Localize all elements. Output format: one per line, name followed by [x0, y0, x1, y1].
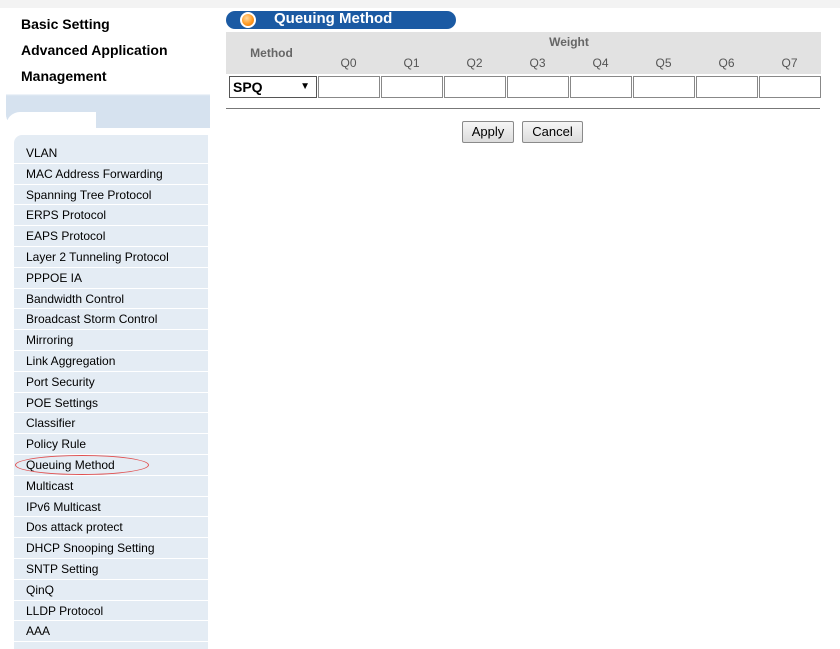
- sub-menu-item-label: Queuing Method: [26, 457, 115, 472]
- sub-menu-item-bandwidth-control[interactable]: Bandwidth Control: [14, 288, 208, 310]
- sub-menu: VLAN MAC Address Forwarding Spanning Tre…: [14, 135, 208, 649]
- sub-menu-item-dos-attack-protect[interactable]: Dos attack protect: [14, 517, 208, 539]
- left-navigation: Basic Setting Advanced Application Manag…: [0, 0, 210, 649]
- sub-menu-item-lldp-protocol[interactable]: LLDP Protocol: [14, 600, 208, 622]
- orange-bullet-icon: [240, 12, 256, 28]
- weight-input-q6[interactable]: [696, 76, 758, 98]
- sub-menu-item-qinq[interactable]: QinQ: [14, 579, 208, 601]
- table-row: SPQ ▼: [226, 74, 821, 100]
- queue-header-q4: Q4: [569, 52, 632, 74]
- page-title: Queuing Method: [274, 10, 393, 27]
- queue-header-q1: Q1: [380, 52, 443, 74]
- weight-input-q2[interactable]: [444, 76, 506, 98]
- queue-header-q2: Q2: [443, 52, 506, 74]
- main-content: Queuing Method Method Weight Q0 Q1 Q2 Q3…: [0, 0, 840, 649]
- method-select[interactable]: SPQ ▼: [229, 76, 317, 98]
- weight-input-q5[interactable]: [633, 76, 695, 98]
- queuing-table: Method Weight Q0 Q1 Q2 Q3 Q4 Q5 Q6 Q7 SP…: [226, 32, 821, 100]
- weight-input-q7[interactable]: [759, 76, 821, 98]
- queue-header-q7: Q7: [758, 52, 821, 74]
- sub-menu-item-erps-protocol[interactable]: ERPS Protocol: [14, 205, 208, 227]
- sub-menu-item-spanning-tree-protocol[interactable]: Spanning Tree Protocol: [14, 184, 208, 206]
- sub-menu-item-aaa[interactable]: AAA: [14, 621, 208, 643]
- sub-menu-item-mac-address-forwarding[interactable]: MAC Address Forwarding: [14, 163, 208, 185]
- weight-input-q1[interactable]: [381, 76, 443, 98]
- sub-menu-item-broadcast-storm-control[interactable]: Broadcast Storm Control: [14, 309, 208, 331]
- apply-button[interactable]: Apply: [462, 121, 514, 143]
- divider: [226, 108, 820, 109]
- chevron-down-icon: ▼: [300, 81, 310, 92]
- sub-menu-item-link-aggregation[interactable]: Link Aggregation: [14, 350, 208, 372]
- method-header: Method: [226, 32, 317, 74]
- cancel-button[interactable]: Cancel: [522, 121, 583, 143]
- sub-menu-item-port-security[interactable]: Port Security: [14, 371, 208, 393]
- sub-menu-item-classifier[interactable]: Classifier: [14, 413, 208, 435]
- weight-input-q0[interactable]: [318, 76, 380, 98]
- weight-input-q3[interactable]: [507, 76, 569, 98]
- queue-header-q5: Q5: [632, 52, 695, 74]
- sub-menu-item-multicast[interactable]: Multicast: [14, 475, 208, 497]
- sub-menu-item-mirroring[interactable]: Mirroring: [14, 330, 208, 351]
- sub-menu-item-policy-rule[interactable]: Policy Rule: [14, 434, 208, 455]
- method-select-value: SPQ: [233, 79, 263, 95]
- queue-header-q6: Q6: [695, 52, 758, 74]
- top-menu-basic-setting[interactable]: Basic Setting: [21, 16, 110, 32]
- sub-menu-item-pppoe-ia[interactable]: PPPOE IA: [14, 267, 208, 289]
- weight-input-q4[interactable]: [570, 76, 632, 98]
- sub-menu-item-layer2-tunneling-protocol[interactable]: Layer 2 Tunneling Protocol: [14, 246, 208, 268]
- queue-header-q3: Q3: [506, 52, 569, 74]
- sub-menu-item-sntp-setting[interactable]: SNTP Setting: [14, 558, 208, 580]
- queue-header-q0: Q0: [317, 52, 380, 74]
- sub-menu-item-vlan[interactable]: VLAN: [14, 143, 208, 164]
- weight-header: Weight: [317, 32, 821, 52]
- top-menu-advanced-application[interactable]: Advanced Application: [21, 42, 168, 58]
- sub-menu-item-eaps-protocol[interactable]: EAPS Protocol: [14, 226, 208, 247]
- sub-menu-item-queuing-method[interactable]: Queuing Method: [14, 454, 208, 476]
- page-title-bar: Queuing Method: [226, 10, 456, 29]
- top-menu-management[interactable]: Management: [21, 68, 107, 84]
- sub-menu-item-dhcp-snooping-setting[interactable]: DHCP Snooping Setting: [14, 538, 208, 559]
- sub-menu-item-poe-settings[interactable]: POE Settings: [14, 392, 208, 414]
- sub-menu-item-ipv6-multicast[interactable]: IPv6 Multicast: [14, 496, 208, 518]
